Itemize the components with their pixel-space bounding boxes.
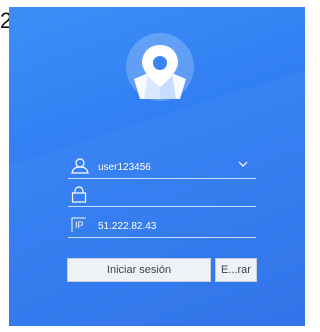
- login-button[interactable]: Iniciar sesión: [67, 258, 211, 282]
- map-pin-icon: [134, 45, 186, 99]
- username-field: [68, 156, 256, 179]
- login-panel: IP Iniciar sesión E...rar: [9, 7, 305, 326]
- lock-icon: [71, 186, 87, 203]
- password-field: [68, 184, 256, 207]
- username-input[interactable]: [98, 159, 238, 175]
- ip-icon-label: IP: [75, 220, 84, 230]
- ip-icon: IP: [71, 217, 86, 232]
- user-icon: [71, 158, 89, 174]
- chevron-down-icon[interactable]: [238, 161, 248, 168]
- ip-field: IP: [68, 215, 256, 238]
- ip-input[interactable]: [98, 218, 238, 234]
- password-input[interactable]: [98, 187, 238, 203]
- secondary-button[interactable]: E...rar: [215, 258, 257, 282]
